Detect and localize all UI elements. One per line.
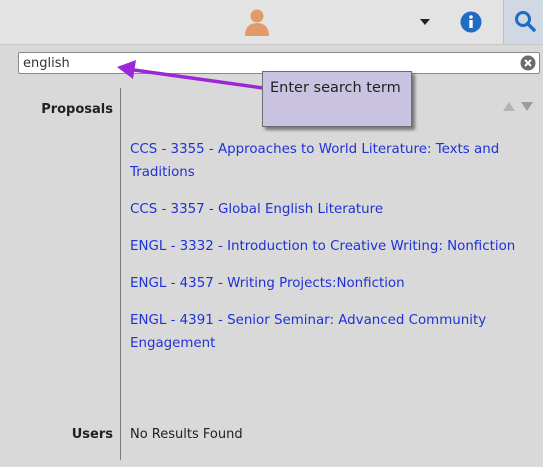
top-toolbar — [0, 0, 543, 45]
user-dropdown-toggle[interactable] — [414, 10, 436, 34]
users-empty-message: No Results Found — [130, 427, 243, 442]
proposal-result-link[interactable]: ENGL - 3332 - Introduction to Creative W… — [130, 239, 515, 254]
list-item: CCS - 3357 - Global English Literature — [130, 198, 530, 221]
search-hint-callout: Enter search term — [262, 71, 412, 127]
users-section-label: Users — [71, 427, 113, 442]
list-item: ENGL - 3332 - Introduction to Creative W… — [130, 235, 530, 258]
clear-x-icon — [520, 55, 536, 71]
info-icon — [460, 11, 482, 33]
list-item: ENGL - 4357 - Writing Projects:Nonfictio… — [130, 272, 530, 295]
search-tab[interactable] — [503, 0, 543, 44]
proposal-results-list: CCS - 3355 - Approaches to World Literat… — [130, 138, 530, 369]
proposal-result-link[interactable]: ENGL - 4357 - Writing Projects:Nonfictio… — [130, 276, 405, 291]
results-divider — [120, 88, 121, 460]
list-item: CCS - 3355 - Approaches to World Literat… — [130, 138, 530, 184]
list-item: ENGL - 4391 - Senior Seminar: Advanced C… — [130, 309, 530, 355]
user-menu-button[interactable] — [243, 7, 275, 37]
search-panel: Proposals CCS - 3355 - Approaches to Wor… — [0, 0, 543, 467]
proposals-section-label: Proposals — [41, 102, 113, 117]
search-icon — [515, 11, 536, 32]
info-button[interactable] — [460, 11, 482, 33]
search-input[interactable] — [23, 54, 503, 72]
proposal-result-link[interactable]: CCS - 3355 - Approaches to World Literat… — [130, 142, 499, 180]
caret-down-icon — [420, 19, 430, 25]
proposal-result-link[interactable]: CCS - 3357 - Global English Literature — [130, 202, 383, 217]
proposal-result-link[interactable]: ENGL - 4391 - Senior Seminar: Advanced C… — [130, 313, 486, 351]
user-icon — [245, 9, 269, 36]
search-results: Proposals CCS - 3355 - Approaches to Wor… — [18, 82, 543, 467]
sort-up-down-icon — [503, 102, 533, 111]
sort-toggle[interactable] — [501, 98, 535, 112]
clear-search-button[interactable] — [520, 55, 536, 71]
